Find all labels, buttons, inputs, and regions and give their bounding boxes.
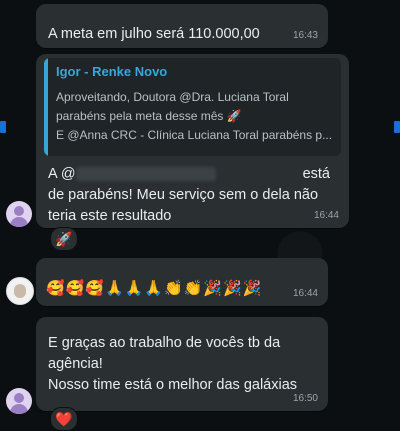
quote-accent-bar: [44, 58, 48, 156]
message-bubble-3[interactable]: 🥰🥰🥰🙏🙏🙏👏👏🎉🎉🎉 16:44: [36, 258, 328, 306]
message-line: de parabéns! Meu serviço sem o dela não: [48, 187, 319, 203]
message-text-start: A @: [48, 166, 76, 182]
message-line: Nosso time está o melhor das galáxias: [48, 377, 298, 393]
right-edge-marker: [394, 121, 400, 133]
message-text: A @ está de parabéns! Meu serviço sem o …: [48, 164, 344, 227]
quote-line: parabéns pela meta desse mês 🚀: [56, 109, 242, 123]
message-time: 16:43: [292, 30, 318, 41]
emoji-message: 🥰🥰🥰🙏🙏🙏👏👏🎉🎉🎉: [46, 280, 263, 297]
redacted-mention: [75, 167, 216, 182]
message-bubble-4[interactable]: E graças ao trabalho de vocês tb da agên…: [36, 317, 328, 411]
quote-author: Igor - Renke Novo: [56, 64, 168, 79]
sender-avatar[interactable]: [6, 201, 32, 227]
message-reaction[interactable]: ❤️: [50, 407, 78, 431]
quoted-message[interactable]: Igor - Renke Novo Aproveitando, Doutora …: [44, 58, 341, 156]
message-time: 16:44: [313, 210, 339, 221]
message-line: E graças ao trabalho de vocês tb da: [48, 335, 281, 351]
message-text: A meta em julho será 110.000,00: [48, 26, 260, 42]
sender-avatar[interactable]: [6, 277, 34, 305]
message-reaction[interactable]: 🚀: [50, 227, 78, 251]
message-bubble-1[interactable]: A meta em julho será 110.000,00 16:43: [36, 4, 328, 48]
quote-line: Aproveitando, Doutora @Dra. Luciana Tora…: [56, 90, 289, 104]
message-text: E graças ao trabalho de vocês tb da agên…: [48, 333, 297, 396]
quote-text: Aproveitando, Doutora @Dra. Luciana Tora…: [56, 88, 333, 145]
left-edge-marker: [0, 121, 6, 133]
quote-line: E @Anna CRC - Clínica Luciana Toral para…: [56, 128, 333, 142]
message-line: teria este resultado: [48, 208, 172, 224]
message-line: agência!: [48, 356, 103, 372]
message-text-end: está: [302, 166, 330, 182]
message-time: 16:44: [292, 288, 318, 299]
message-time: 16:50: [292, 393, 318, 404]
sender-avatar[interactable]: [6, 388, 32, 414]
message-bubble-2[interactable]: Igor - Renke Novo Aproveitando, Doutora …: [36, 54, 349, 228]
